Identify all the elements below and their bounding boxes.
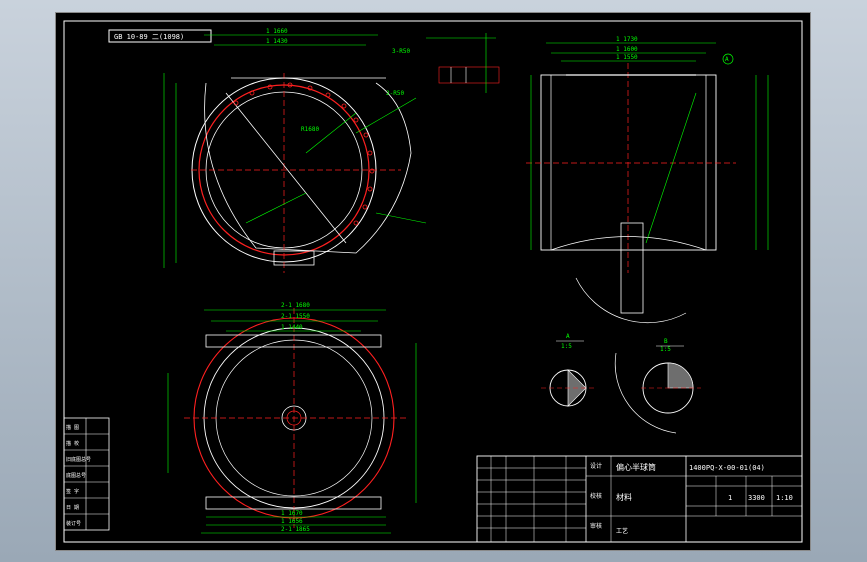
section-scale-a: 1:5 — [561, 343, 572, 350]
revision-table: 描 图 描 校 旧底图总号 底图总号 签 字 日 期 装订号 — [63, 417, 110, 531]
dim-bottom-5: 2-1 1865 — [281, 526, 310, 533]
section-mark-b: B — [664, 338, 668, 345]
dim-right-3: 1 1550 — [616, 54, 638, 61]
datum-a-label: A — [725, 56, 729, 63]
header-box-text: GB 10-89 二(1098) — [114, 33, 184, 41]
rev-row-3: 旧底图总号 — [66, 456, 91, 463]
dim-bottom-1: 2-1 1680 — [281, 302, 310, 309]
front-view: 1 1660 1 1430 2-R50 R1680 3-R50 — [163, 28, 427, 273]
plan-view: 2-1 1680 2-1 1550 1 1440 1 1670 2-1 1865… — [167, 302, 417, 534]
side-view: 1 1730 1 1600 1 1550 A — [526, 36, 769, 323]
dim-top-5: 3-R50 — [392, 48, 410, 55]
rev-row-4: 底图总号 — [66, 472, 86, 479]
rev-row-7: 装订号 — [66, 520, 81, 527]
dim-bottom-2: 2-1 1550 — [281, 313, 310, 320]
tb-field-4: 工艺 — [616, 527, 628, 535]
drawing-number: 1400PQ-X-00-01(04) — [689, 464, 765, 472]
tb-field-2: 校核 — [590, 492, 602, 500]
detail-top-middle — [426, 33, 500, 93]
rev-row-5: 签 字 — [66, 488, 79, 495]
dim-right-2: 1 1600 — [616, 46, 638, 53]
dim-top-1: 1 1660 — [266, 28, 288, 35]
tb-field-1: 设计 — [590, 462, 602, 470]
dim-top-4: R1680 — [301, 126, 319, 133]
weight: 3300 — [748, 494, 765, 502]
dim-bottom-4: 1 1670 — [281, 510, 303, 517]
section-scale-b: 1:5 — [660, 346, 671, 353]
rev-row-2: 描 校 — [66, 440, 79, 447]
part-name: 偏心半球筒 — [616, 462, 656, 472]
drawing-sheet: GB 10-89 二(1098) 1 1660 1 1430 2-R50 R16… — [55, 12, 811, 551]
dim-top-3: 2-R50 — [386, 90, 404, 97]
dim-bottom-6: 1 1656 — [281, 518, 303, 525]
section-views: A 1:5 B 1:5 — [541, 333, 701, 434]
dim-top-2: 1 1430 — [266, 38, 288, 45]
cad-drawing: GB 10-89 二(1098) 1 1660 1 1430 2-R50 R16… — [63, 20, 803, 543]
scale: 1:10 — [776, 494, 793, 502]
rev-row-1: 描 图 — [66, 424, 79, 431]
title-block: 设计 校核 审核 偏心半球筒 材料 1400PQ-X-00-01(04) 1 3… — [476, 455, 803, 543]
tb-field-3: 审核 — [590, 522, 602, 530]
quantity: 1 — [728, 494, 732, 502]
material-label: 材料 — [616, 492, 632, 502]
dim-right-1: 1 1730 — [616, 36, 638, 43]
dim-bottom-3: 1 1440 — [281, 324, 303, 331]
section-mark-a: A — [566, 333, 570, 340]
rev-row-6: 日 期 — [66, 505, 79, 511]
